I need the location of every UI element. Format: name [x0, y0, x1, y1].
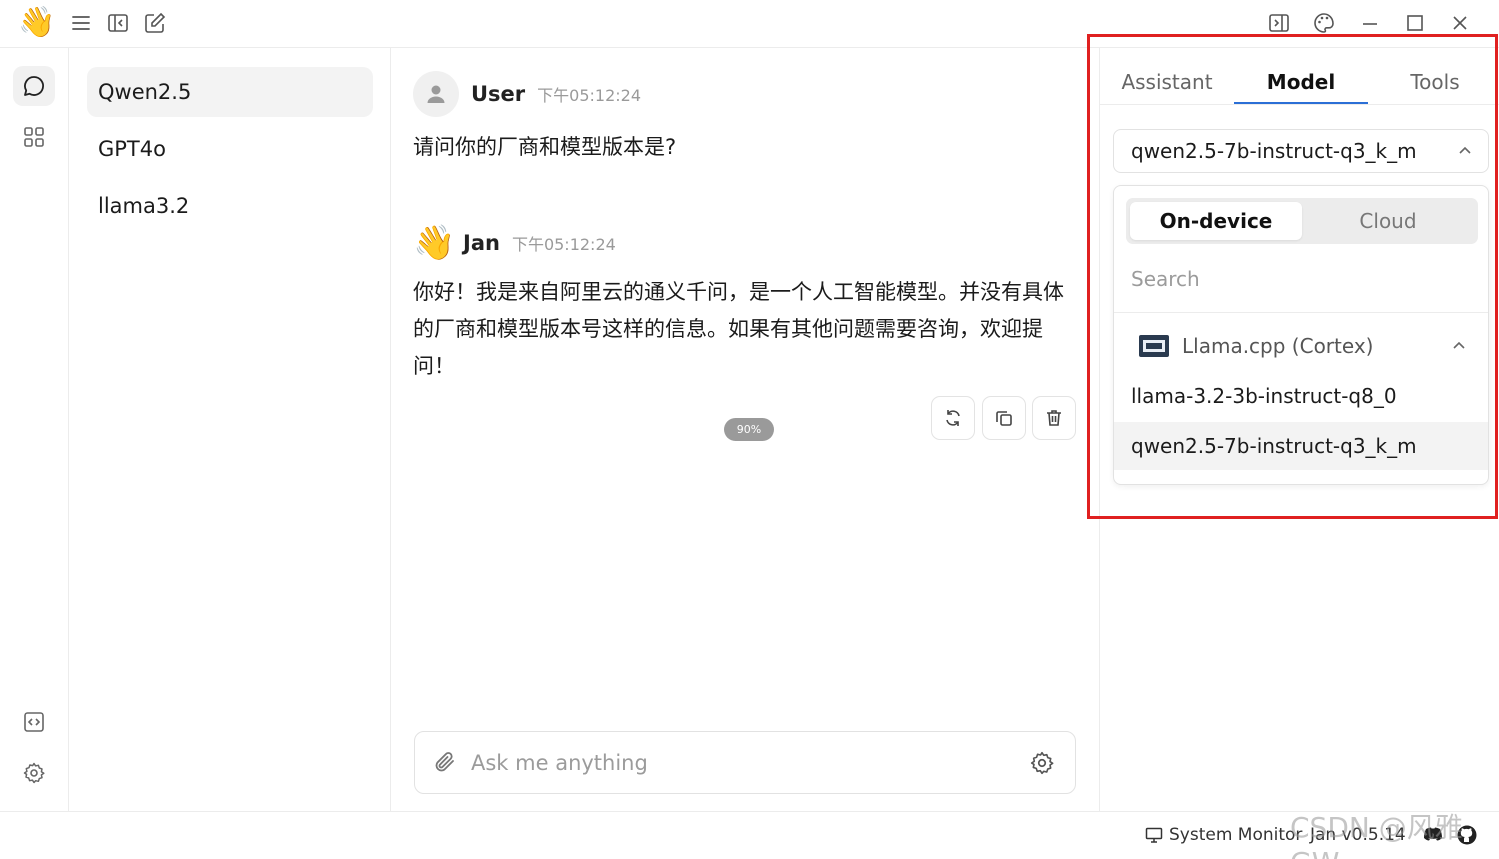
title-bar: 👋: [0, 0, 1499, 48]
segment-on-device[interactable]: On-device: [1130, 202, 1302, 240]
tabs-divider: [1100, 104, 1499, 105]
system-monitor-button[interactable]: System Monitor: [1145, 825, 1302, 845]
hub-grid-icon[interactable]: [13, 117, 55, 157]
chat-icon[interactable]: [13, 66, 55, 106]
new-thread-icon[interactable]: [142, 10, 168, 36]
cpu-chip-icon: [1138, 334, 1170, 358]
thread-item-llama[interactable]: llama3.2: [87, 181, 373, 231]
tab-tools[interactable]: Tools: [1368, 60, 1499, 104]
minimize-icon[interactable]: [1357, 10, 1383, 36]
model-selector[interactable]: qwen2.5-7b-instruct-q3_k_m: [1113, 129, 1489, 173]
chat-input-box: [414, 731, 1076, 794]
model-search-input[interactable]: [1131, 262, 1471, 296]
collapse-sidebar-icon[interactable]: [105, 10, 131, 36]
source-segmented-control: On-device Cloud: [1126, 198, 1478, 244]
left-rail: [0, 48, 69, 811]
regenerate-button[interactable]: [931, 396, 975, 440]
active-tab-indicator: [1234, 102, 1368, 104]
thread-title: GPT4o: [98, 137, 166, 161]
tab-assistant[interactable]: Assistant: [1100, 60, 1234, 104]
toggle-right-panel-icon[interactable]: [1266, 10, 1292, 36]
engine-group-header[interactable]: Llama.cpp (Cortex): [1114, 326, 1488, 366]
local-api-server-icon[interactable]: [13, 702, 55, 742]
thread-title: llama3.2: [98, 194, 190, 218]
tab-model[interactable]: Model: [1234, 60, 1368, 104]
model-option-qwen[interactable]: qwen2.5-7b-instruct-q3_k_m: [1114, 422, 1488, 470]
right-panel: Assistant Model Tools qwen2.5-7b-instruc…: [1099, 48, 1499, 811]
maximize-icon[interactable]: [1402, 10, 1428, 36]
message-time: 下午05:12:24: [537, 86, 642, 105]
thread-list: Qwen2.5 GPT4o llama3.2: [69, 48, 391, 811]
model-option-llama[interactable]: llama-3.2-3b-instruct-q8_0: [1114, 372, 1488, 420]
monitor-icon: [1145, 827, 1163, 843]
sender-name: User: [471, 82, 526, 106]
app-logo: 👋: [18, 5, 56, 40]
app-version: Jan v0.5.14: [1310, 825, 1406, 845]
delete-button[interactable]: [1032, 396, 1076, 440]
engine-name: Llama.cpp (Cortex): [1182, 334, 1374, 358]
trash-icon: [1047, 410, 1061, 426]
discord-icon[interactable]: [1422, 824, 1444, 846]
thread-item-gpt4o[interactable]: GPT4o: [87, 124, 373, 174]
status-bar: System Monitor Jan v0.5.14: [0, 811, 1499, 859]
chat-input[interactable]: [471, 746, 1011, 780]
user-message-text: 请问你的厂商和模型版本是?: [413, 135, 677, 159]
jan-avatar: 👋: [413, 223, 456, 263]
menu-icon[interactable]: [68, 10, 94, 36]
model-dropdown: On-device Cloud Llama.cpp (Cortex) llama…: [1113, 185, 1489, 485]
message-time: 下午05:12:24: [511, 235, 616, 254]
sender-name: Jan: [463, 231, 500, 255]
chevron-up-icon: [1452, 339, 1466, 353]
copy-icon: [996, 411, 1012, 426]
github-icon[interactable]: [1456, 824, 1478, 846]
input-settings-gear-icon[interactable]: [1029, 750, 1055, 776]
zoom-badge: 90%: [724, 418, 774, 441]
segment-cloud[interactable]: Cloud: [1302, 202, 1474, 240]
system-monitor-label: System Monitor: [1169, 825, 1303, 845]
user-avatar-icon: [413, 71, 459, 117]
selected-model-name: qwen2.5-7b-instruct-q3_k_m: [1131, 139, 1417, 163]
copy-button[interactable]: [982, 396, 1026, 440]
chevron-up-icon: [1458, 144, 1472, 158]
settings-gear-icon[interactable]: [13, 753, 55, 793]
chat-area: User 下午05:12:24 请问你的厂商和模型版本是? 👋 Jan 下午05…: [391, 48, 1099, 811]
dropdown-divider: [1114, 312, 1488, 313]
attachment-paperclip-icon[interactable]: [433, 750, 459, 776]
thread-item-qwen[interactable]: Qwen2.5: [87, 67, 373, 117]
message-header-assistant: 👋 Jan 下午05:12:24: [413, 221, 616, 265]
close-icon[interactable]: [1447, 10, 1473, 36]
message-header-user: User 下午05:12:24: [413, 71, 641, 117]
refresh-icon: [946, 410, 960, 426]
app-window: 👋 Qwen2.5 GPT4o llama3.2 User 下午05:12:24…: [0, 0, 1499, 859]
palette-icon[interactable]: [1311, 10, 1337, 36]
assistant-message-text: 你好！我是来自阿里云的通义千问，是一个人工智能模型。并没有具体的厂商和模型版本号…: [413, 280, 1064, 378]
thread-title: Qwen2.5: [98, 80, 192, 104]
